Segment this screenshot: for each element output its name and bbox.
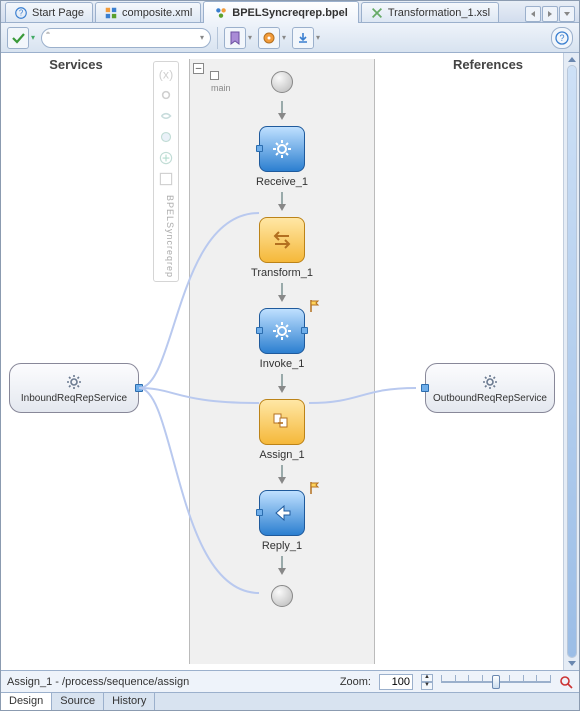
zoom-fit-icon[interactable]	[559, 675, 573, 689]
view-tab-history[interactable]: History	[104, 693, 155, 710]
gear-icon	[481, 373, 499, 391]
binoculars-icon	[46, 31, 50, 45]
help-icon: ?	[14, 6, 28, 20]
view-tab-bar: Design Source History	[1, 692, 579, 710]
action-button[interactable]: ▾	[258, 27, 286, 49]
zoom-input[interactable]	[379, 674, 413, 690]
assign-node[interactable]: Assign_1	[259, 399, 305, 461]
view-tab-design[interactable]: Design	[1, 693, 52, 710]
bpel-canvas[interactable]: Services InboundReqRepService – main (x)	[1, 53, 563, 670]
gear-icon	[65, 373, 83, 391]
editor-main: Services InboundReqRepService – main (x)	[1, 53, 579, 670]
reference-port[interactable]	[421, 384, 429, 392]
zoom-slider-knob[interactable]	[492, 675, 500, 689]
node-port-left[interactable]	[256, 145, 263, 152]
node-label: Reply_1	[262, 540, 302, 552]
zoom-up-button[interactable]: ▲	[421, 674, 433, 682]
flow-start[interactable]	[271, 71, 293, 93]
search-box[interactable]: ▾	[41, 28, 211, 48]
vertical-scrollbar[interactable]	[563, 53, 579, 670]
node-port-left[interactable]	[256, 327, 263, 334]
file-tab-bar: ? Start Page composite.xml BPELSyncreqre…	[1, 1, 579, 23]
receive-node[interactable]: Receive_1	[256, 126, 308, 188]
tab-transformation[interactable]: Transformation_1.xsl	[361, 2, 499, 22]
scroll-down-icon[interactable]	[567, 658, 577, 668]
tab-label: composite.xml	[122, 7, 192, 19]
assign-icon	[270, 410, 294, 434]
app-frame: ? Start Page composite.xml BPELSyncreqre…	[0, 0, 580, 711]
references-header: References	[413, 53, 563, 74]
transform-node[interactable]: Transform_1	[251, 217, 313, 279]
tab-scroll-left[interactable]	[525, 6, 541, 22]
tab-composite[interactable]: composite.xml	[95, 2, 201, 22]
services-header: Services	[1, 53, 151, 74]
transform-icon	[270, 228, 294, 252]
tab-label: Start Page	[32, 7, 84, 19]
flag-icon	[308, 299, 320, 313]
scrollbar-thumb[interactable]	[568, 66, 576, 657]
inbound-service-node[interactable]: InboundReqRepService	[9, 363, 139, 413]
tab-label: Transformation_1.xsl	[388, 7, 490, 19]
deploy-button[interactable]: ▾	[292, 27, 320, 49]
search-dropdown-icon[interactable]: ▾	[200, 33, 204, 42]
node-label: Receive_1	[256, 176, 308, 188]
flow-end[interactable]	[271, 585, 293, 607]
service-label: InboundReqRepService	[21, 393, 127, 404]
outbound-reference-node[interactable]: OutboundReqRepService	[425, 363, 555, 413]
zoom-slider[interactable]	[441, 675, 551, 689]
gear-icon	[270, 137, 294, 161]
help-button[interactable]: ?	[551, 27, 573, 49]
service-port[interactable]	[135, 384, 143, 392]
node-port-left[interactable]	[256, 509, 263, 516]
gear-icon	[270, 319, 294, 343]
tab-list-dropdown[interactable]	[559, 6, 575, 22]
view-tab-source[interactable]: Source	[52, 693, 104, 710]
reply-icon	[270, 501, 294, 525]
scroll-up-icon[interactable]	[567, 55, 577, 65]
node-label: Assign_1	[259, 449, 304, 461]
flag-icon	[308, 481, 320, 495]
bookmark-button[interactable]: ▾	[224, 27, 252, 49]
node-port-right[interactable]	[301, 327, 308, 334]
selection-path: Assign_1 - /process/sequence/assign	[7, 676, 189, 688]
reference-label: OutboundReqRepService	[433, 393, 547, 404]
reply-node[interactable]: Reply_1	[259, 490, 305, 552]
search-input[interactable]	[54, 31, 200, 45]
validate-button[interactable]: ▾	[7, 27, 35, 49]
svg-text:?: ?	[19, 8, 24, 17]
editor-toolbar: ▾ ▾ ▾ ▾ ▾ ?	[1, 23, 579, 53]
tab-label: BPELSyncreqrep.bpel	[232, 7, 348, 19]
tab-bpel[interactable]: BPELSyncreqrep.bpel	[203, 1, 359, 23]
xsl-icon	[370, 6, 384, 20]
node-label: Transform_1	[251, 267, 313, 279]
svg-text:?: ?	[559, 33, 564, 43]
tab-start-page[interactable]: ? Start Page	[5, 2, 93, 22]
status-bar: Assign_1 - /process/sequence/assign Zoom…	[1, 670, 579, 692]
node-label: Invoke_1	[260, 358, 305, 370]
zoom-label: Zoom:	[340, 676, 371, 688]
zoom-down-button[interactable]: ▼	[421, 682, 433, 690]
bpel-icon	[214, 6, 228, 20]
composite-icon	[104, 6, 118, 20]
invoke-node[interactable]: Invoke_1	[259, 308, 305, 370]
tab-scroll-right[interactable]	[542, 6, 558, 22]
